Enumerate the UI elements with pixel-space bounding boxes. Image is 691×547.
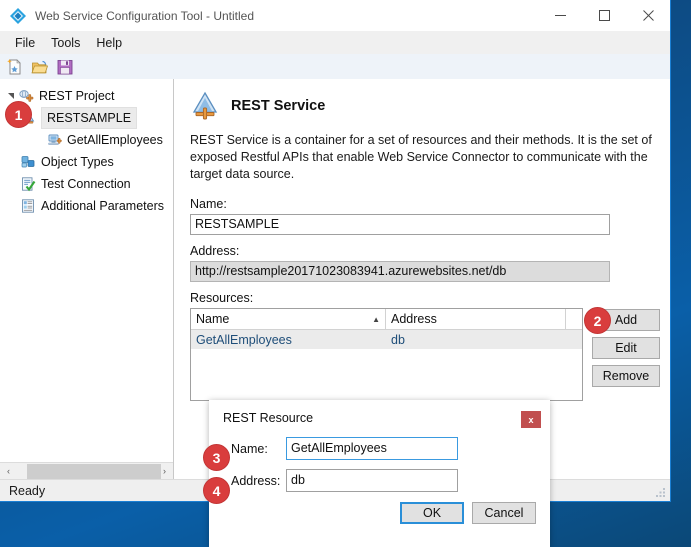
page-description: REST Service is a container for a set of… (190, 133, 652, 181)
menu-file[interactable]: File (7, 33, 43, 53)
dialog-close-button[interactable]: x (521, 411, 541, 428)
table-row[interactable]: GetAllEmployees db (191, 330, 582, 349)
sidebar: REST Project RESTSAMPLE GetAllEmployees … (0, 79, 174, 480)
test-connection-icon (22, 177, 36, 192)
column-header-name[interactable]: Name ▲ (191, 309, 386, 329)
name-label: Name: (190, 197, 227, 211)
tree-item-test-connection[interactable]: Test Connection (0, 173, 173, 195)
caption-buttons (538, 0, 670, 31)
column-header-filler (566, 309, 582, 329)
callout-badge-3: 3 (203, 444, 230, 471)
open-project-icon[interactable] (31, 58, 49, 76)
minimize-button[interactable] (538, 0, 582, 31)
resources-label: Resources: (190, 291, 254, 305)
dialog-address-label: Address: (231, 473, 281, 488)
menu-help[interactable]: Help (88, 33, 130, 53)
rest-resource-dialog: REST Resource x Name: GetAllEmployees Ad… (209, 400, 550, 547)
scrollbar-thumb[interactable] (27, 463, 161, 479)
app-diamond-icon (10, 7, 26, 24)
sidebar-horizontal-scrollbar[interactable]: ‹ › (0, 462, 173, 480)
sort-ascending-icon: ▲ (372, 314, 380, 324)
tree-item-additional-parameters[interactable]: Additional Parameters (0, 195, 173, 217)
tree-label-additional-parameters: Additional Parameters (41, 199, 164, 213)
toolbar (0, 54, 670, 79)
page-title: REST Service (231, 97, 326, 114)
callout-badge-1: 1 (5, 101, 32, 128)
object-types-icon (21, 156, 35, 168)
rest-resource-icon (48, 134, 62, 145)
resources-grid[interactable]: Name ▲ Address GetAllEmployees db (190, 308, 583, 401)
cell-name: GetAllEmployees (196, 332, 292, 347)
dialog-title: REST Resource (223, 411, 314, 425)
new-project-icon[interactable] (6, 58, 24, 76)
rest-service-large-icon (192, 91, 218, 120)
tree-label-getallemployees: GetAllEmployees (67, 133, 163, 147)
name-input[interactable]: RESTSAMPLE (190, 214, 610, 235)
close-button[interactable] (626, 0, 670, 31)
edit-button[interactable]: Edit (592, 337, 660, 359)
callout-badge-2: 2 (584, 307, 611, 334)
tree-label-object-types: Object Types (41, 155, 114, 169)
dialog-title-bar: REST Resource x (209, 400, 550, 428)
dialog-buttons: OK Cancel (209, 492, 550, 524)
status-text: Ready (9, 483, 46, 498)
column-header-address-label: Address (391, 312, 437, 326)
dialog-address-field: Address: db (209, 469, 550, 492)
dialog-name-field: Name: GetAllEmployees (209, 437, 550, 460)
window-title: Web Service Configuration Tool - Untitle… (35, 8, 254, 23)
tree-label-rest-project: REST Project (39, 89, 115, 103)
dialog-name-label: Name: (231, 441, 268, 456)
expander-collapse-icon[interactable] (6, 92, 18, 100)
menu-tools[interactable]: Tools (43, 33, 88, 53)
tree-label-test-connection: Test Connection (41, 177, 131, 191)
callout-badge-4: 4 (203, 477, 230, 504)
tree-label-restsample: RESTSAMPLE (41, 107, 138, 129)
dialog-address-input[interactable]: db (286, 469, 458, 492)
additional-parameters-icon (22, 199, 34, 213)
dialog-cancel-button[interactable]: Cancel (472, 502, 536, 524)
resize-grip-icon[interactable] (654, 486, 667, 499)
address-label: Address: (190, 244, 240, 258)
column-header-name-label: Name (196, 312, 230, 326)
save-project-icon[interactable] (56, 58, 74, 76)
menu-bar: File Tools Help (0, 31, 670, 54)
title-bar: Web Service Configuration Tool - Untitle… (0, 0, 670, 31)
page-header: REST Service (190, 90, 660, 121)
tree-item-object-types[interactable]: Object Types (0, 151, 173, 173)
scrollbar-track[interactable] (17, 462, 161, 480)
dialog-name-input[interactable]: GetAllEmployees (286, 437, 458, 460)
remove-button[interactable]: Remove (592, 365, 660, 387)
cell-address: db (391, 332, 405, 347)
column-header-address[interactable]: Address (386, 309, 566, 329)
maximize-button[interactable] (582, 0, 626, 31)
scroll-left-arrow-icon[interactable]: ‹ (0, 463, 17, 480)
dialog-ok-button[interactable]: OK (400, 502, 464, 524)
address-input[interactable]: http://restsample20171023083941.azureweb… (190, 261, 610, 282)
project-tree: REST Project RESTSAMPLE GetAllEmployees … (0, 79, 173, 462)
tree-item-getallemployees[interactable]: GetAllEmployees (0, 129, 173, 151)
grid-header-row: Name ▲ Address (191, 309, 582, 330)
